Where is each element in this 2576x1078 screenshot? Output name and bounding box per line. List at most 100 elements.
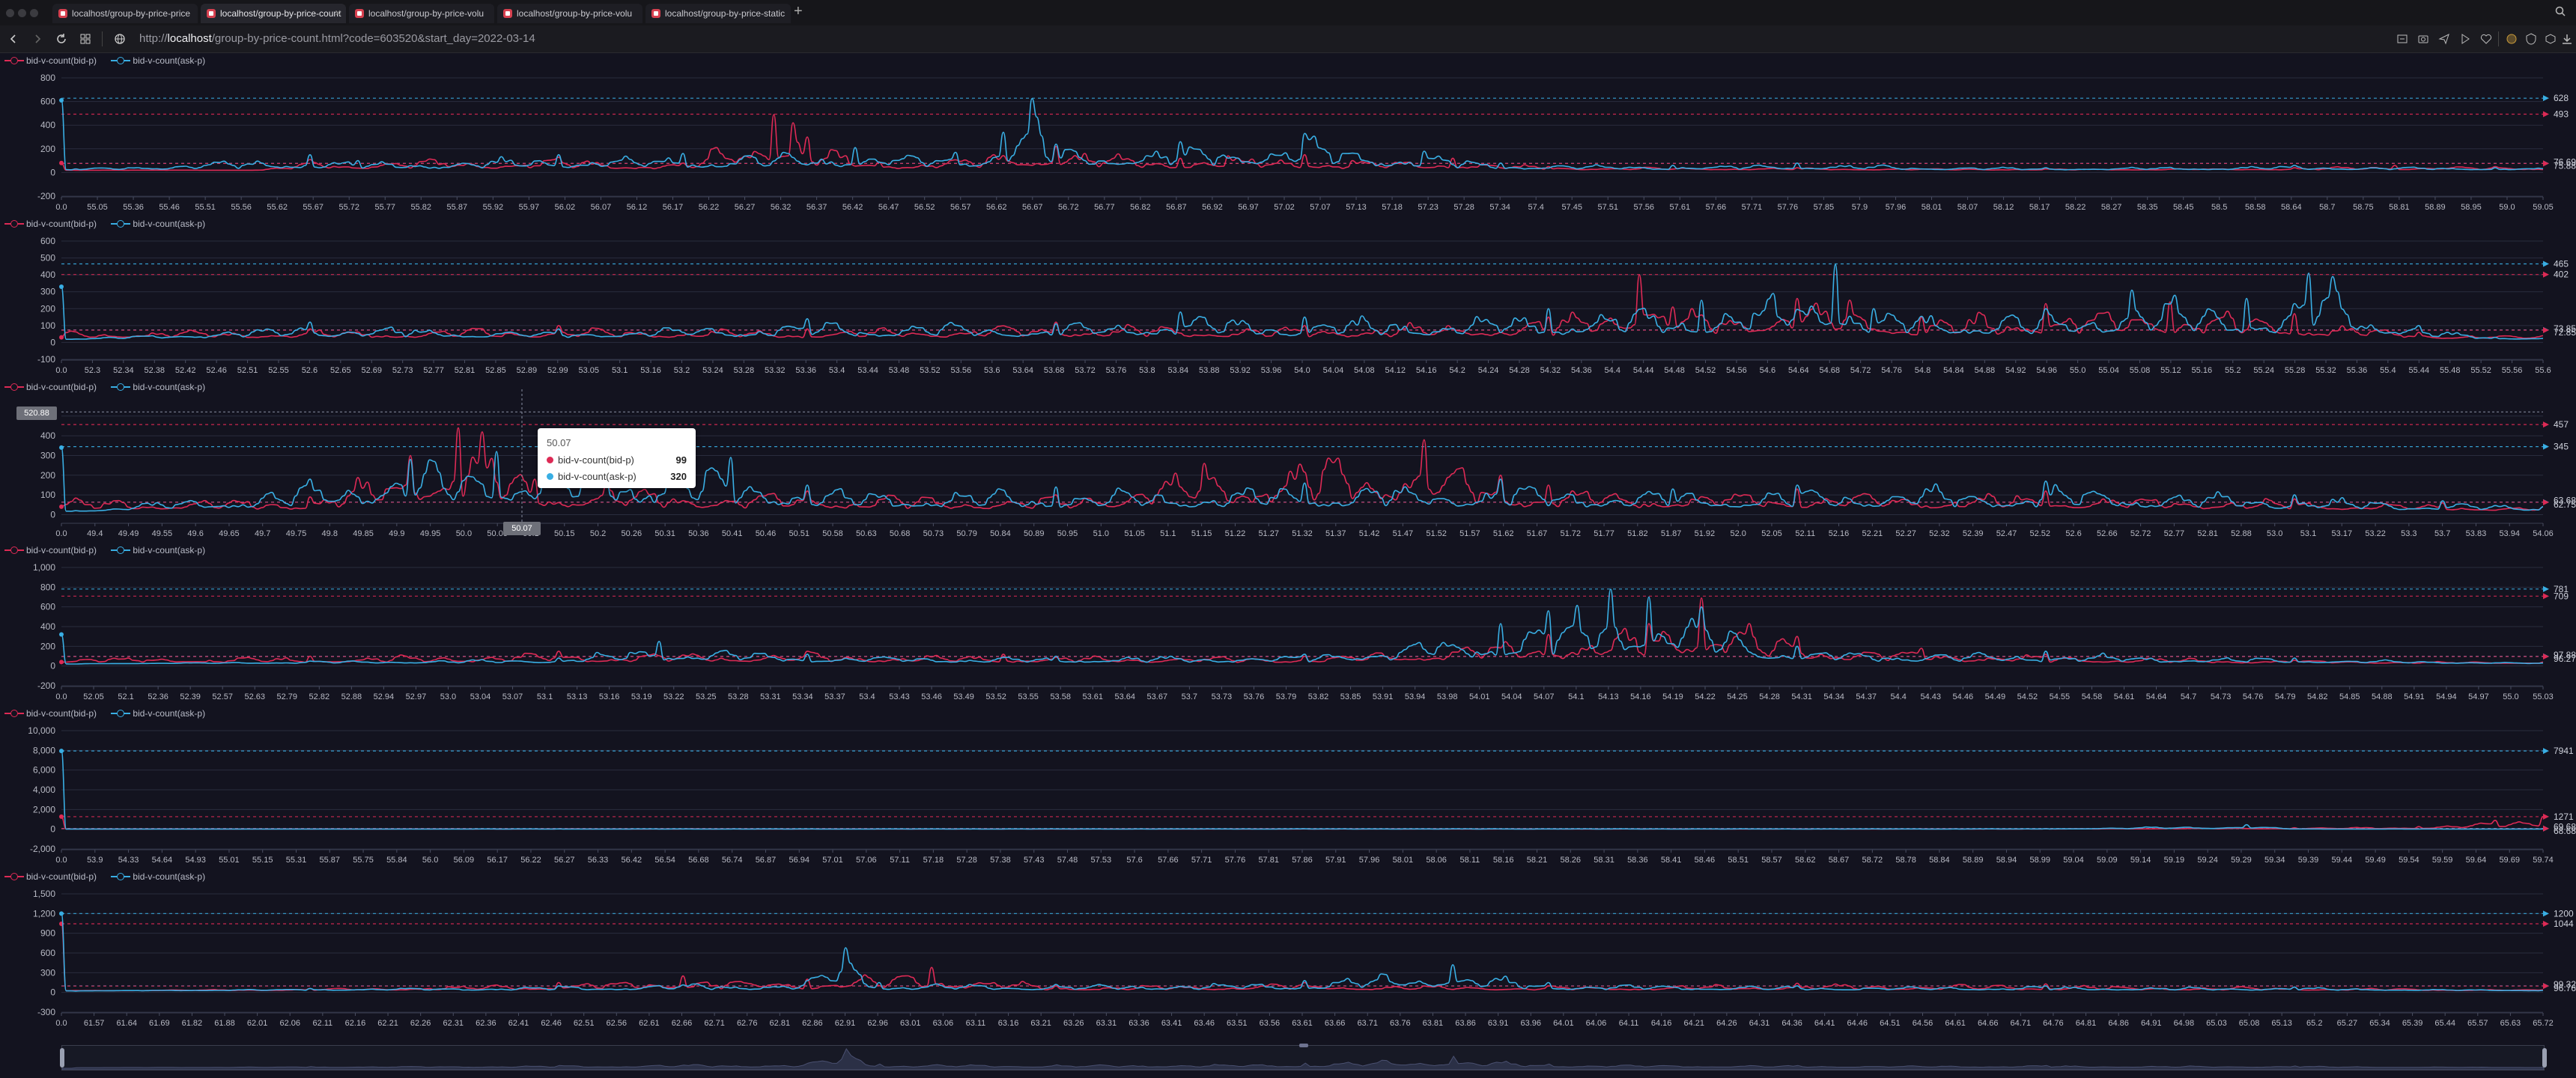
y-tick-label: 0 (50, 167, 55, 177)
play-icon[interactable] (2459, 33, 2471, 45)
x-tick-label: 58.06 (1426, 856, 1447, 865)
chart-panel-3[interactable]: bid-v-count(bid-p) bid-v-count(ask-p) 50… (0, 379, 2576, 542)
tab-3[interactable]: localhost/group-by-price-volu (349, 4, 494, 23)
grid-icon[interactable] (79, 33, 91, 45)
mark-line-arrow-icon (2543, 111, 2549, 118)
reload-icon[interactable] (55, 33, 67, 45)
window-zoom-button[interactable] (30, 9, 38, 17)
x-tick-label: 57.45 (1561, 203, 1582, 212)
x-tick-label: 56.42 (842, 203, 863, 212)
search-icon[interactable] (2555, 6, 2566, 16)
forward-icon[interactable] (31, 33, 43, 45)
heart-icon[interactable] (2480, 33, 2492, 45)
x-tick-label: 50.41 (722, 529, 743, 538)
y-tick-label: 600 (40, 97, 55, 107)
x-tick-label: 51.37 (1325, 529, 1346, 538)
site-info-icon[interactable] (114, 33, 126, 45)
y-tick-label: 600 (40, 602, 55, 612)
x-tick-label: 53.52 (920, 366, 941, 375)
chart-plot-svg[interactable]: 600 500 400 300 200 100 0 -1000.0 52.3 52.34 52.38… (0, 216, 2576, 379)
chart-plot-svg[interactable]: 50040030020010000.049.449.4949.5549.649.… (0, 379, 2576, 542)
address-bar[interactable]: http://localhost/group-by-price-count.ht… (139, 31, 535, 46)
extension-icon[interactable] (2506, 33, 2518, 45)
shield-icon[interactable] (2525, 33, 2537, 45)
x-tick-label: 57.28 (1453, 203, 1474, 212)
x-tick-label: 53.1 (2300, 529, 2316, 538)
tab-4[interactable]: localhost/group-by-price-volu (497, 4, 643, 23)
camera-icon[interactable] (2417, 33, 2429, 45)
x-tick-label: 53.34 (792, 692, 813, 701)
zoom-drag-grip-icon[interactable] (1299, 1044, 1308, 1047)
x-tick-label: 50.0 (456, 529, 472, 538)
x-tick-label: 54.94 (2436, 692, 2457, 701)
x-tick-label: 52.51 (237, 366, 258, 375)
tab-2-active[interactable]: localhost/group-by-price-count ✕ (201, 4, 346, 23)
x-tick-label: 51.87 (1661, 529, 1682, 538)
tab-5[interactable]: localhost/group-by-price-static (645, 4, 791, 23)
y-tick-label: 0 (50, 509, 55, 520)
x-tick-label: 53.48 (889, 366, 910, 375)
x-tick-label: 53.6 (984, 366, 1000, 375)
download-icon[interactable] (2561, 33, 2573, 45)
x-tick-label: 56.74 (722, 856, 743, 865)
chart-panel-5[interactable]: bid-v-count(bid-p) bid-v-count(ask-p) 10… (0, 705, 2576, 868)
x-tick-label: 52.46 (206, 366, 227, 375)
data-zoom-slider[interactable] (61, 1045, 2545, 1071)
chart-panel-6[interactable]: bid-v-count(bid-p) bid-v-count(ask-p) 1,… (0, 868, 2576, 1032)
x-tick-label: 53.56 (951, 366, 972, 375)
tab-close-icon[interactable]: ✕ (335, 4, 341, 23)
x-tick-label: 55.01 (219, 856, 240, 865)
window-close-button[interactable] (6, 9, 14, 17)
x-tick-label: 57.66 (1158, 856, 1179, 865)
x-tick-label: 63.01 (900, 1019, 921, 1028)
x-tick-label: 64.98 (2174, 1019, 2195, 1028)
chart-plot-svg[interactable]: 1,000 800 600 400 200 0 -2000.0 52.05 52.1 52.36 5… (0, 542, 2576, 705)
x-tick-label: 0.0 (55, 1019, 67, 1028)
chart-panel-4[interactable]: bid-v-count(bid-p) bid-v-count(ask-p) 1,… (0, 542, 2576, 705)
zoom-handle-left[interactable] (60, 1048, 64, 1068)
x-tick-label: 57.96 (1359, 856, 1380, 865)
x-tick-label: 53.28 (728, 692, 749, 701)
x-tick-label: 52.47 (1996, 529, 2017, 538)
x-tick-label: 54.19 (1662, 692, 1683, 701)
x-tick-label: 57.18 (1382, 203, 1403, 212)
x-tick-label: 53.98 (1437, 692, 1458, 701)
x-tick-label: 53.4 (859, 692, 875, 701)
tab-1[interactable]: localhost/group-by-price-price (52, 4, 198, 23)
new-tab-button[interactable]: + (794, 3, 803, 20)
x-tick-label: 57.43 (1024, 856, 1045, 865)
box-icon[interactable] (2545, 33, 2557, 45)
x-tick-label: 63.16 (998, 1019, 1019, 1028)
x-tick-label: 51.27 (1258, 529, 1279, 538)
x-tick-label: 55.6 (2535, 366, 2551, 375)
x-tick-label: 54.32 (1540, 366, 1561, 375)
x-tick-label: 49.6 (187, 529, 203, 538)
y-tick-label: 200 (40, 641, 55, 651)
x-tick-label: 52.65 (330, 366, 351, 375)
tab-title: localhost/group-by-price-static (665, 8, 786, 19)
x-tick-label: 63.66 (1325, 1019, 1346, 1028)
back-icon[interactable] (7, 33, 19, 45)
chart-panel-1[interactable]: bid-v-count(bid-p) bid-v-count(ask-p) 80… (0, 52, 2576, 216)
window-minimize-button[interactable] (18, 9, 26, 17)
chart-panel-2[interactable]: bid-v-count(bid-p) bid-v-count(ask-p) 60… (0, 216, 2576, 379)
send-icon[interactable] (2438, 33, 2450, 45)
x-tick-label: 59.14 (2130, 856, 2151, 865)
screenshot-icon[interactable] (2396, 33, 2408, 45)
x-tick-label: 58.01 (1393, 856, 1414, 865)
x-tick-label: 50.51 (789, 529, 809, 538)
chart-plot-svg[interactable]: 1,500 1,200 900 600 300 0 -3000.0 61.57 61.64 61.… (0, 868, 2576, 1032)
x-tick-label: 57.51 (1597, 203, 1618, 212)
x-tick-label: 64.91 (2141, 1019, 2162, 1028)
x-tick-label: 57.71 (1191, 856, 1212, 865)
x-tick-label: 56.07 (591, 203, 612, 212)
x-tick-label: 53.04 (470, 692, 491, 701)
zoom-handle-right[interactable] (2542, 1048, 2547, 1068)
mark-line-label: 72.85 (2554, 327, 2576, 338)
x-tick-label: 62.41 (508, 1019, 529, 1028)
x-tick-label: 53.76 (1244, 692, 1265, 701)
y-tick-label: 1,500 (33, 889, 55, 899)
mark-line-label: 62.75 (2554, 499, 2576, 510)
chart-plot-svg[interactable]: 800 600 400 200 0 -2000.0 55.05 55.36 55.46 55.51… (0, 52, 2576, 216)
chart-plot-svg[interactable]: 10,000 8,000 6,000 4,000 2,000 0 -2,0000.0 53.9… (0, 705, 2576, 868)
